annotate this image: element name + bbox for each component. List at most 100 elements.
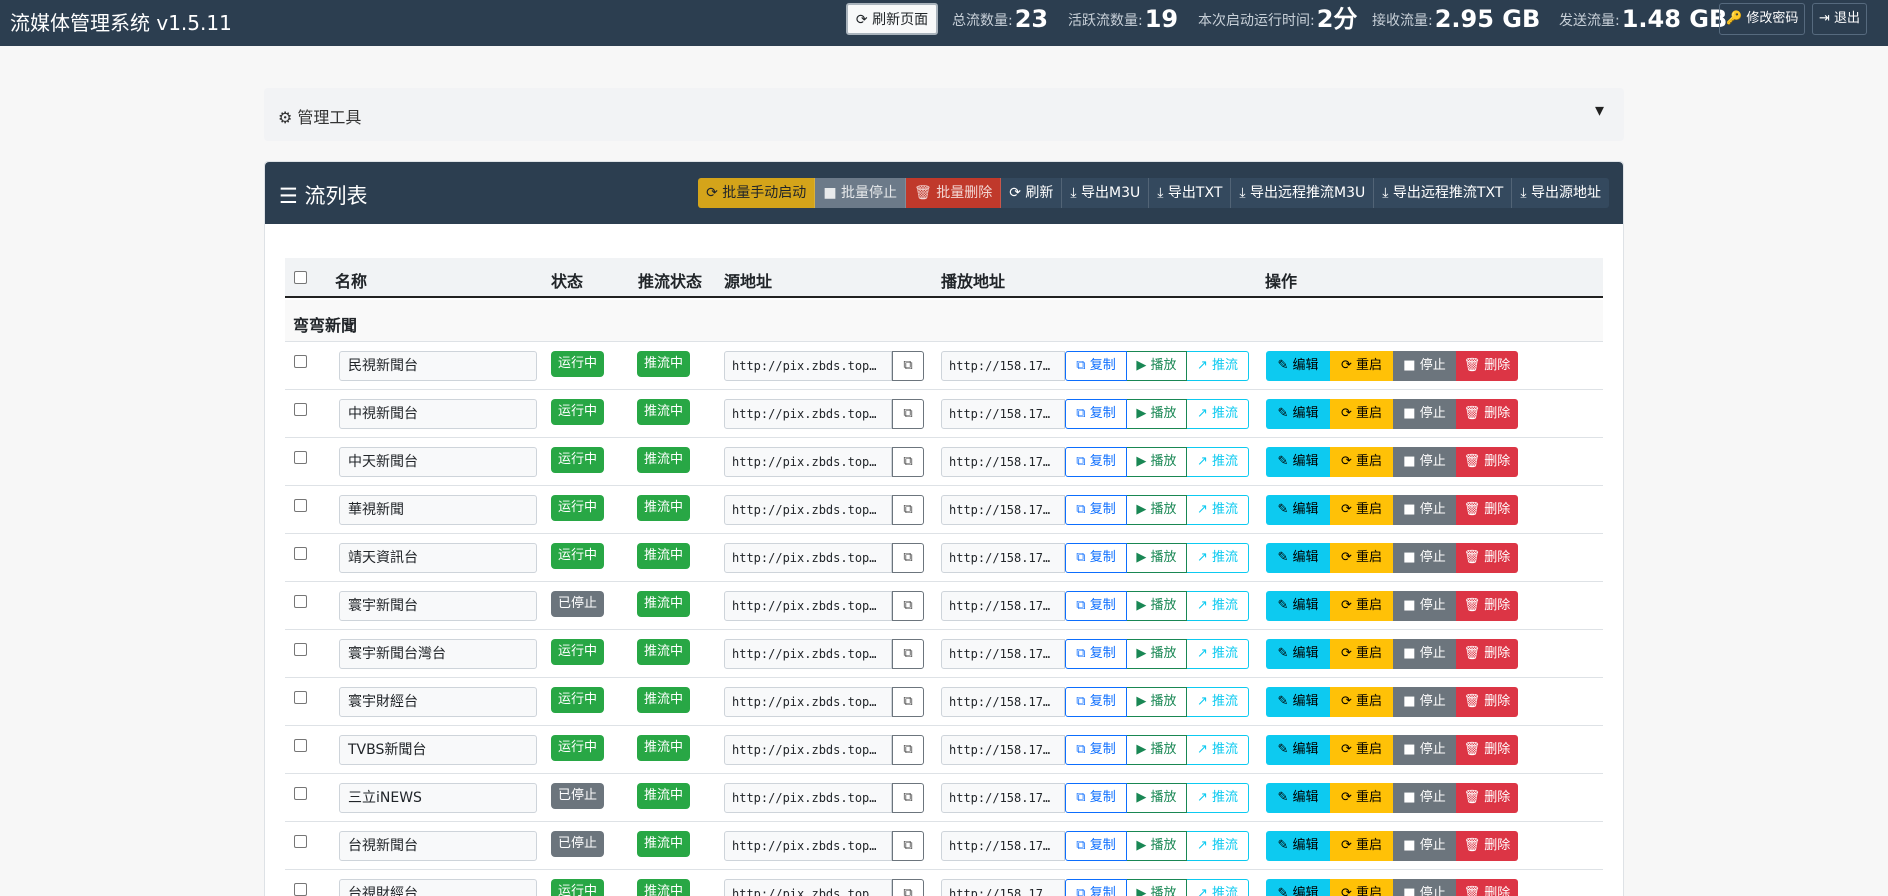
copy-icon[interactable]: ⧉ xyxy=(892,687,924,717)
copy-button[interactable]: ⧉ 复制 xyxy=(1065,351,1127,381)
play-url-input[interactable]: http://158.17… xyxy=(941,543,1065,573)
copy-button[interactable]: ⧉ 复制 xyxy=(1065,447,1127,477)
push-button[interactable]: ↗ 推流 xyxy=(1187,447,1249,477)
restart-button[interactable]: ⟳ 重启 xyxy=(1330,543,1393,573)
push-button[interactable]: ↗ 推流 xyxy=(1187,399,1249,429)
play-url-input[interactable]: http://158.17… xyxy=(941,639,1065,669)
play-button[interactable]: ▶ 播放 xyxy=(1127,495,1187,525)
source-url-input[interactable]: http://pix.zbds.top… xyxy=(724,495,892,525)
delete-button[interactable]: 🗑 删除 xyxy=(1456,351,1518,381)
edit-button[interactable]: ✎ 编辑 xyxy=(1266,639,1330,669)
play-button[interactable]: ▶ 播放 xyxy=(1127,687,1187,717)
source-url-input[interactable]: http://pix.zbds.top… xyxy=(724,591,892,621)
edit-button[interactable]: ✎ 编辑 xyxy=(1266,543,1330,573)
toolbar-button-0[interactable]: ⟳ 批量手动启动 xyxy=(698,178,816,208)
play-url-input[interactable]: http://158.17… xyxy=(941,351,1065,381)
stream-name-input[interactable]: 華視新聞 xyxy=(339,495,537,525)
copy-button[interactable]: ⧉ 复制 xyxy=(1065,831,1127,861)
stream-name-input[interactable]: 中天新聞台 xyxy=(339,447,537,477)
toolbar-button-1[interactable]: ■ 批量停止 xyxy=(815,178,906,208)
play-button[interactable]: ▶ 播放 xyxy=(1127,399,1187,429)
restart-button[interactable]: ⟳ 重启 xyxy=(1330,351,1393,381)
push-button[interactable]: ↗ 推流 xyxy=(1187,591,1249,621)
copy-button[interactable]: ⧉ 复制 xyxy=(1065,591,1127,621)
push-button[interactable]: ↗ 推流 xyxy=(1187,639,1249,669)
stream-name-input[interactable]: 三立iNEWS xyxy=(339,783,537,813)
push-button[interactable]: ↗ 推流 xyxy=(1187,879,1249,896)
row-checkbox[interactable] xyxy=(294,691,307,704)
play-url-input[interactable]: http://158.17… xyxy=(941,879,1065,896)
play-url-input[interactable]: http://158.17… xyxy=(941,591,1065,621)
edit-button[interactable]: ✎ 编辑 xyxy=(1266,783,1330,813)
delete-button[interactable]: 🗑 删除 xyxy=(1456,447,1518,477)
push-button[interactable]: ↗ 推流 xyxy=(1187,831,1249,861)
source-url-input[interactable]: http://pix.zbds.top… xyxy=(724,351,892,381)
row-checkbox[interactable] xyxy=(294,547,307,560)
delete-button[interactable]: 🗑 删除 xyxy=(1456,495,1518,525)
copy-button[interactable]: ⧉ 复制 xyxy=(1065,399,1127,429)
copy-icon[interactable]: ⧉ xyxy=(892,735,924,765)
play-url-input[interactable]: http://158.17… xyxy=(941,399,1065,429)
copy-icon[interactable]: ⧉ xyxy=(892,447,924,477)
delete-button[interactable]: 🗑 删除 xyxy=(1456,399,1518,429)
stop-button[interactable]: ■ 停止 xyxy=(1393,831,1456,861)
stop-button[interactable]: ■ 停止 xyxy=(1393,495,1456,525)
delete-button[interactable]: 🗑 删除 xyxy=(1456,783,1518,813)
stop-button[interactable]: ■ 停止 xyxy=(1393,351,1456,381)
delete-button[interactable]: 🗑 删除 xyxy=(1456,687,1518,717)
play-url-input[interactable]: http://158.17… xyxy=(941,783,1065,813)
toolbar-button-3[interactable]: ⟳ 刷新 xyxy=(1001,178,1063,208)
stop-button[interactable]: ■ 停止 xyxy=(1393,783,1456,813)
push-button[interactable]: ↗ 推流 xyxy=(1187,351,1249,381)
row-checkbox[interactable] xyxy=(294,355,307,368)
row-checkbox[interactable] xyxy=(294,787,307,800)
push-button[interactable]: ↗ 推流 xyxy=(1187,687,1249,717)
row-checkbox[interactable] xyxy=(294,883,307,896)
stream-name-input[interactable]: 台視新聞台 xyxy=(339,831,537,861)
edit-button[interactable]: ✎ 编辑 xyxy=(1266,735,1330,765)
copy-icon[interactable]: ⧉ xyxy=(892,639,924,669)
toolbar-button-5[interactable]: ⤓ 导出TXT xyxy=(1149,178,1232,208)
copy-icon[interactable]: ⧉ xyxy=(892,399,924,429)
play-button[interactable]: ▶ 播放 xyxy=(1127,879,1187,896)
stop-button[interactable]: ■ 停止 xyxy=(1393,447,1456,477)
restart-button[interactable]: ⟳ 重启 xyxy=(1330,735,1393,765)
toolbar-button-6[interactable]: ⤓ 导出远程推流M3U xyxy=(1231,178,1375,208)
play-button[interactable]: ▶ 播放 xyxy=(1127,735,1187,765)
stream-name-input[interactable]: 寰宇財經台 xyxy=(339,687,537,717)
restart-button[interactable]: ⟳ 重启 xyxy=(1330,591,1393,621)
stream-name-input[interactable]: 民視新聞台 xyxy=(339,351,537,381)
edit-button[interactable]: ✎ 编辑 xyxy=(1266,687,1330,717)
source-url-input[interactable]: http://pix.zbds.top… xyxy=(724,399,892,429)
copy-button[interactable]: ⧉ 复制 xyxy=(1065,495,1127,525)
copy-icon[interactable]: ⧉ xyxy=(892,495,924,525)
edit-button[interactable]: ✎ 编辑 xyxy=(1266,495,1330,525)
edit-button[interactable]: ✎ 编辑 xyxy=(1266,831,1330,861)
row-checkbox[interactable] xyxy=(294,835,307,848)
restart-button[interactable]: ⟳ 重启 xyxy=(1330,639,1393,669)
restart-button[interactable]: ⟳ 重启 xyxy=(1330,687,1393,717)
push-button[interactable]: ↗ 推流 xyxy=(1187,735,1249,765)
stop-button[interactable]: ■ 停止 xyxy=(1393,687,1456,717)
copy-icon[interactable]: ⧉ xyxy=(892,591,924,621)
play-button[interactable]: ▶ 播放 xyxy=(1127,639,1187,669)
play-url-input[interactable]: http://158.17… xyxy=(941,495,1065,525)
stream-name-input[interactable]: 寰宇新聞台灣台 xyxy=(339,639,537,669)
copy-icon[interactable]: ⧉ xyxy=(892,783,924,813)
push-button[interactable]: ↗ 推流 xyxy=(1187,783,1249,813)
stream-name-input[interactable]: 寰宇新聞台 xyxy=(339,591,537,621)
edit-button[interactable]: ✎ 编辑 xyxy=(1266,351,1330,381)
row-checkbox[interactable] xyxy=(294,451,307,464)
source-url-input[interactable]: http://pix.zbds.top… xyxy=(724,735,892,765)
source-url-input[interactable]: http://pix.zbds.top… xyxy=(724,543,892,573)
chevron-down-icon[interactable]: ▾ xyxy=(1595,100,1604,121)
play-button[interactable]: ▶ 播放 xyxy=(1127,543,1187,573)
change-password-button[interactable]: 🔑 修改密码 xyxy=(1719,3,1806,35)
stream-name-input[interactable]: 靖天資訊台 xyxy=(339,543,537,573)
play-button[interactable]: ▶ 播放 xyxy=(1127,783,1187,813)
toolbar-button-7[interactable]: ⤓ 导出远程推流TXT xyxy=(1374,178,1513,208)
edit-button[interactable]: ✎ 编辑 xyxy=(1266,879,1330,896)
play-url-input[interactable]: http://158.17… xyxy=(941,687,1065,717)
copy-button[interactable]: ⧉ 复制 xyxy=(1065,879,1127,896)
play-button[interactable]: ▶ 播放 xyxy=(1127,831,1187,861)
